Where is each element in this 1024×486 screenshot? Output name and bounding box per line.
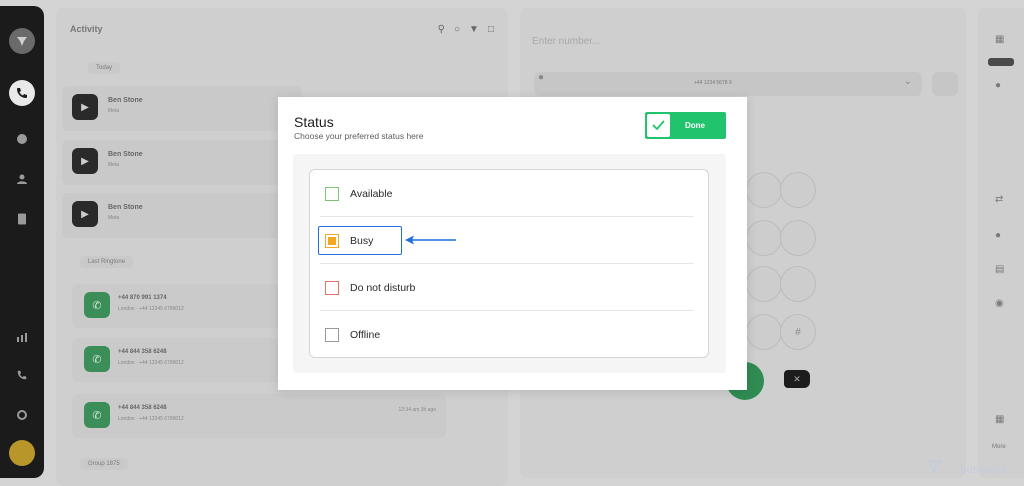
modal-subtitle: Choose your preferred status here [294,131,424,141]
brand-logo-icon [925,460,943,475]
call-card[interactable]: ✆ +44 844 358 6248 London · +44 12345 67… [72,394,446,438]
busy-highlight-box [318,226,402,255]
call-sub: London · +44 12345 6789012 [118,360,184,366]
chat-icon[interactable]: ○ [454,24,460,35]
check-icon [647,114,670,137]
group-name: Ben Stone [108,204,143,211]
grid-icon[interactable]: ▦ [995,34,1004,45]
call-number: +44 844 358 6248 [118,405,167,411]
video-icon: ▶ [72,148,98,174]
group-card[interactable]: ▶ Ben Stone Meta [62,140,302,185]
brand-watermark-text: business [960,464,1008,476]
modal-title: Status [294,114,334,130]
status-label: Available [350,187,393,200]
search-icon[interactable]: ⚲ [438,24,445,35]
record-icon[interactable]: ◉ [995,298,1004,309]
status-option-do-not-disturb[interactable]: Do not disturb [310,264,708,311]
user-avatar[interactable] [9,440,35,466]
caller-id-select[interactable]: +44 1234 5678 9 ⌄ [534,72,922,96]
right-rail: ▦ ● ⇄ ● ▤ ◉ ▦ More [978,8,1024,478]
caller-id-label: +44 1234 5678 9 [694,80,732,86]
activity-toolbar: ⚲ ○ ▼ □ [438,24,494,35]
keypad-button[interactable] [780,172,816,208]
video-icon: ▶ [72,201,98,227]
nav-rail [0,6,44,478]
document-nav-icon[interactable] [11,208,33,230]
status-label: Do not disturb [350,281,416,294]
group-sub: Meta [108,162,120,168]
logo-icon [9,28,35,54]
call-number: +44 844 358 6248 [118,349,167,355]
backspace-icon[interactable]: ✕ [784,370,810,388]
menu-icon[interactable]: ▦ [995,414,1004,425]
section-today: Today [88,62,121,74]
toggle-bar[interactable] [988,58,1014,66]
do-not-disturb-checkbox[interactable] [325,280,339,295]
brand-watermark: business [925,460,1008,476]
phone-nav-icon[interactable] [9,80,35,106]
phone-icon: ✆ [84,402,110,428]
offline-checkbox[interactable] [325,327,339,342]
mic-icon[interactable]: ● [538,72,548,94]
group-card[interactable]: ▶ Ben Stone Meta [62,193,302,238]
keypad-hash-button[interactable]: # [780,314,816,350]
call-sub: London · +44 12345 6789012 [118,306,184,312]
group-card[interactable]: ▶ Ben Stone Meta [62,86,302,131]
phone-icon: ✆ [84,292,110,318]
status-list: Available Busy Do not disturb Offline [309,169,709,358]
status-option-available[interactable]: Available [310,170,708,217]
mic-icon[interactable]: ● [995,80,1001,91]
done-label: Done [685,121,705,130]
keypad-button[interactable] [746,172,782,208]
keypad-button[interactable] [780,220,816,256]
stats-nav-icon[interactable] [11,326,33,348]
keypad-button[interactable] [780,266,816,302]
chat-nav-icon[interactable] [11,128,33,150]
copy-button[interactable] [932,72,958,96]
number-input[interactable]: Enter number... [532,36,600,47]
status-option-offline[interactable]: Offline [310,311,708,358]
more-label: More [992,444,1006,450]
user-icon[interactable]: ● [995,230,1001,241]
section-last: Last Ringtone [80,256,134,268]
pointer-arrow-icon [405,235,456,245]
call-time: 12:34 am 3h ago [398,407,436,413]
phone-icon: ✆ [84,346,110,372]
keypad-button[interactable] [746,220,782,256]
section-groups: Group 1875 [80,458,128,470]
filter-icon[interactable]: ▼ [469,24,479,35]
group-name: Ben Stone [108,97,143,104]
chart-icon[interactable]: ▤ [995,264,1004,275]
keypad-button[interactable] [746,314,782,350]
settings-nav-icon[interactable] [11,404,33,426]
keypad-button[interactable] [746,266,782,302]
activity-title: Activity [70,24,103,34]
call-number: +44 870 991 1374 [118,295,167,301]
video-icon: ▶ [72,94,98,120]
transfer-icon[interactable]: ⇄ [995,194,1003,205]
available-checkbox[interactable] [325,186,339,201]
chevron-down-icon: ⌄ [903,76,912,87]
status-label: Offline [350,328,381,341]
call-sub: London · +44 12345 6789012 [118,416,184,422]
status-panel: Available Busy Do not disturb Offline [293,154,726,373]
call-nav-icon[interactable] [11,364,33,386]
contacts-nav-icon[interactable] [11,168,33,190]
export-icon[interactable]: □ [488,24,494,35]
group-name: Ben Stone [108,151,143,158]
group-sub: Meta [108,108,120,114]
done-button[interactable]: Done [645,112,726,139]
group-sub: Meta [108,215,120,221]
